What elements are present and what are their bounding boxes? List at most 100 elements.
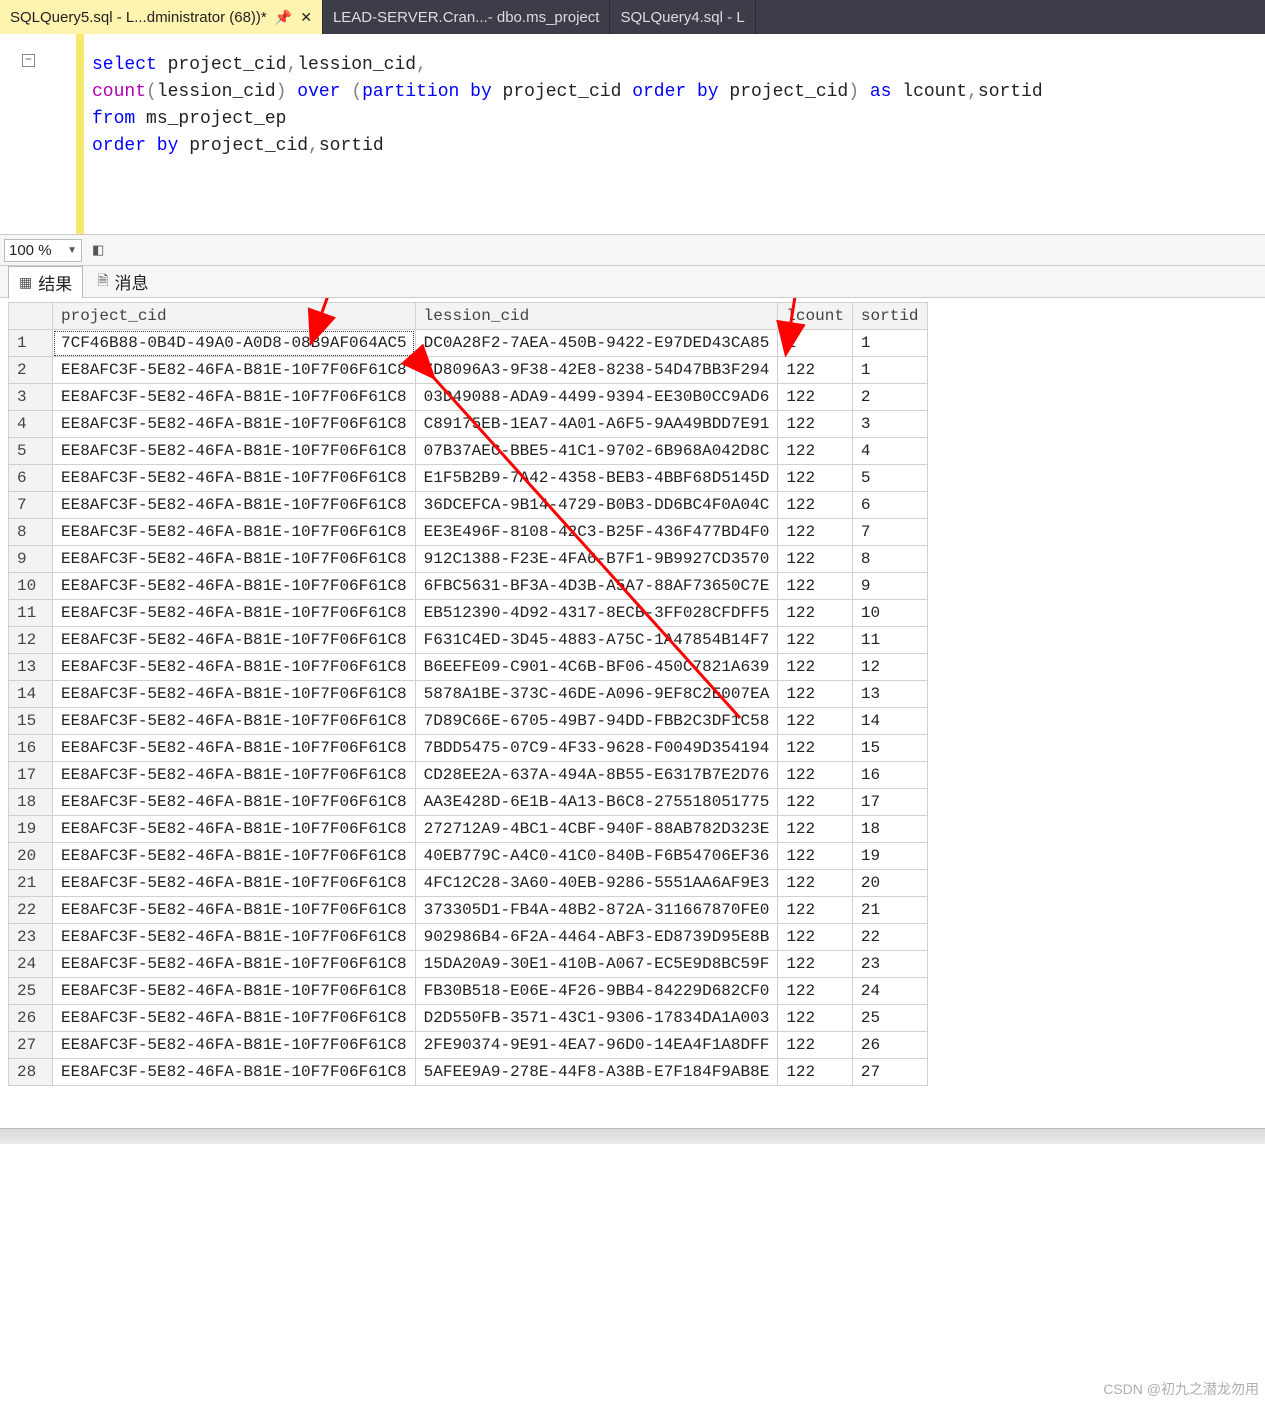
cell-lcount[interactable]: 122 bbox=[778, 492, 853, 519]
zoom-dropdown[interactable]: 100 % ▼ bbox=[4, 239, 82, 262]
tab-results[interactable]: ▦ 结果 bbox=[8, 266, 83, 299]
cell-project_cid[interactable]: EE8AFC3F-5E82-46FA-B81E-10F7F06F61C8 bbox=[53, 1005, 416, 1032]
row-number[interactable]: 27 bbox=[9, 1032, 53, 1059]
cell-lcount[interactable]: 122 bbox=[778, 924, 853, 951]
cell-project_cid[interactable]: EE8AFC3F-5E82-46FA-B81E-10F7F06F61C8 bbox=[53, 978, 416, 1005]
table-row[interactable]: 17EE8AFC3F-5E82-46FA-B81E-10F7F06F61C8CD… bbox=[9, 762, 928, 789]
table-row[interactable]: 13EE8AFC3F-5E82-46FA-B81E-10F7F06F61C8B6… bbox=[9, 654, 928, 681]
table-row[interactable]: 21EE8AFC3F-5E82-46FA-B81E-10F7F06F61C84F… bbox=[9, 870, 928, 897]
cell-sortid[interactable]: 6 bbox=[852, 492, 927, 519]
cell-sortid[interactable]: 9 bbox=[852, 573, 927, 600]
cell-lession_cid[interactable]: 2FE90374-9E91-4EA7-96D0-14EA4F1A8DFF bbox=[415, 1032, 778, 1059]
cell-sortid[interactable]: 18 bbox=[852, 816, 927, 843]
table-row[interactable]: 20EE8AFC3F-5E82-46FA-B81E-10F7F06F61C840… bbox=[9, 843, 928, 870]
row-number[interactable]: 26 bbox=[9, 1005, 53, 1032]
cell-lcount[interactable]: 122 bbox=[778, 708, 853, 735]
cell-project_cid[interactable]: EE8AFC3F-5E82-46FA-B81E-10F7F06F61C8 bbox=[53, 843, 416, 870]
cell-lession_cid[interactable]: 4FC12C28-3A60-40EB-9286-5551AA6AF9E3 bbox=[415, 870, 778, 897]
table-row[interactable]: 28EE8AFC3F-5E82-46FA-B81E-10F7F06F61C85A… bbox=[9, 1059, 928, 1086]
cell-lcount[interactable]: 122 bbox=[778, 681, 853, 708]
row-number[interactable]: 22 bbox=[9, 897, 53, 924]
table-row[interactable]: 9EE8AFC3F-5E82-46FA-B81E-10F7F06F61C8912… bbox=[9, 546, 928, 573]
cell-sortid[interactable]: 4 bbox=[852, 438, 927, 465]
cell-lession_cid[interactable]: FB30B518-E06E-4F26-9BB4-84229D682CF0 bbox=[415, 978, 778, 1005]
cell-lcount[interactable]: 1 bbox=[778, 330, 853, 357]
cell-sortid[interactable]: 21 bbox=[852, 897, 927, 924]
row-number[interactable]: 19 bbox=[9, 816, 53, 843]
cell-lession_cid[interactable]: D2D550FB-3571-43C1-9306-17834DA1A003 bbox=[415, 1005, 778, 1032]
cell-sortid[interactable]: 25 bbox=[852, 1005, 927, 1032]
cell-lession_cid[interactable]: 5878A1BE-373C-46DE-A096-9EF8C2E007EA bbox=[415, 681, 778, 708]
split-icon[interactable]: ◧ bbox=[92, 242, 104, 258]
cell-sortid[interactable]: 27 bbox=[852, 1059, 927, 1086]
table-row[interactable]: 24EE8AFC3F-5E82-46FA-B81E-10F7F06F61C815… bbox=[9, 951, 928, 978]
cell-sortid[interactable]: 12 bbox=[852, 654, 927, 681]
cell-lession_cid[interactable]: B6EEFE09-C901-4C6B-BF06-450C7821A639 bbox=[415, 654, 778, 681]
cell-lcount[interactable]: 122 bbox=[778, 870, 853, 897]
cell-lession_cid[interactable]: 6FBC5631-BF3A-4D3B-A5A7-88AF73650C7E bbox=[415, 573, 778, 600]
row-number[interactable]: 8 bbox=[9, 519, 53, 546]
cell-lcount[interactable]: 122 bbox=[778, 600, 853, 627]
table-row[interactable]: 17CF46B88-0B4D-49A0-A0D8-08B9AF064AC5DC0… bbox=[9, 330, 928, 357]
cell-lcount[interactable]: 122 bbox=[778, 654, 853, 681]
table-row[interactable]: 12EE8AFC3F-5E82-46FA-B81E-10F7F06F61C8F6… bbox=[9, 627, 928, 654]
tab-messages[interactable]: 🗎 消息 bbox=[87, 266, 158, 297]
table-row[interactable]: 5EE8AFC3F-5E82-46FA-B81E-10F7F06F61C807B… bbox=[9, 438, 928, 465]
cell-sortid[interactable]: 20 bbox=[852, 870, 927, 897]
table-row[interactable]: 19EE8AFC3F-5E82-46FA-B81E-10F7F06F61C827… bbox=[9, 816, 928, 843]
table-row[interactable]: 7EE8AFC3F-5E82-46FA-B81E-10F7F06F61C836D… bbox=[9, 492, 928, 519]
row-number[interactable]: 4 bbox=[9, 411, 53, 438]
cell-lcount[interactable]: 122 bbox=[778, 546, 853, 573]
cell-project_cid[interactable]: EE8AFC3F-5E82-46FA-B81E-10F7F06F61C8 bbox=[53, 708, 416, 735]
cell-sortid[interactable]: 23 bbox=[852, 951, 927, 978]
cell-sortid[interactable]: 22 bbox=[852, 924, 927, 951]
cell-project_cid[interactable]: EE8AFC3F-5E82-46FA-B81E-10F7F06F61C8 bbox=[53, 897, 416, 924]
cell-lession_cid[interactable]: 373305D1-FB4A-48B2-872A-311667870FE0 bbox=[415, 897, 778, 924]
cell-lcount[interactable]: 122 bbox=[778, 978, 853, 1005]
cell-sortid[interactable]: 1 bbox=[852, 357, 927, 384]
table-row[interactable]: 11EE8AFC3F-5E82-46FA-B81E-10F7F06F61C8EB… bbox=[9, 600, 928, 627]
table-row[interactable]: 14EE8AFC3F-5E82-46FA-B81E-10F7F06F61C858… bbox=[9, 681, 928, 708]
cell-sortid[interactable]: 26 bbox=[852, 1032, 927, 1059]
sql-editor[interactable]: − select project_cid,lession_cid, count(… bbox=[0, 34, 1265, 234]
cell-project_cid[interactable]: EE8AFC3F-5E82-46FA-B81E-10F7F06F61C8 bbox=[53, 816, 416, 843]
row-number[interactable]: 9 bbox=[9, 546, 53, 573]
cell-project_cid[interactable]: EE8AFC3F-5E82-46FA-B81E-10F7F06F61C8 bbox=[53, 1059, 416, 1086]
cell-sortid[interactable]: 13 bbox=[852, 681, 927, 708]
table-row[interactable]: 15EE8AFC3F-5E82-46FA-B81E-10F7F06F61C87D… bbox=[9, 708, 928, 735]
cell-lession_cid[interactable]: 7D89C66E-6705-49B7-94DD-FBB2C3DF1C58 bbox=[415, 708, 778, 735]
cell-lcount[interactable]: 122 bbox=[778, 519, 853, 546]
cell-lcount[interactable]: 122 bbox=[778, 1005, 853, 1032]
row-number[interactable]: 28 bbox=[9, 1059, 53, 1086]
row-number[interactable]: 13 bbox=[9, 654, 53, 681]
cell-lession_cid[interactable]: AA3E428D-6E1B-4A13-B6C8-275518051775 bbox=[415, 789, 778, 816]
row-number[interactable]: 20 bbox=[9, 843, 53, 870]
table-row[interactable]: 4EE8AFC3F-5E82-46FA-B81E-10F7F06F61C8C89… bbox=[9, 411, 928, 438]
table-row[interactable]: 18EE8AFC3F-5E82-46FA-B81E-10F7F06F61C8AA… bbox=[9, 789, 928, 816]
table-row[interactable]: 27EE8AFC3F-5E82-46FA-B81E-10F7F06F61C82F… bbox=[9, 1032, 928, 1059]
row-number[interactable]: 10 bbox=[9, 573, 53, 600]
cell-sortid[interactable]: 1 bbox=[852, 330, 927, 357]
col-sortid[interactable]: sortid bbox=[852, 303, 927, 330]
cell-project_cid[interactable]: EE8AFC3F-5E82-46FA-B81E-10F7F06F61C8 bbox=[53, 735, 416, 762]
cell-sortid[interactable]: 3 bbox=[852, 411, 927, 438]
cell-project_cid[interactable]: EE8AFC3F-5E82-46FA-B81E-10F7F06F61C8 bbox=[53, 924, 416, 951]
table-row[interactable]: 2EE8AFC3F-5E82-46FA-B81E-10F7F06F61C87D8… bbox=[9, 357, 928, 384]
cell-project_cid[interactable]: EE8AFC3F-5E82-46FA-B81E-10F7F06F61C8 bbox=[53, 1032, 416, 1059]
row-number[interactable]: 15 bbox=[9, 708, 53, 735]
cell-lession_cid[interactable]: EE3E496F-8108-42C3-B25F-436F477BD4F0 bbox=[415, 519, 778, 546]
cell-project_cid[interactable]: EE8AFC3F-5E82-46FA-B81E-10F7F06F61C8 bbox=[53, 438, 416, 465]
table-row[interactable]: 25EE8AFC3F-5E82-46FA-B81E-10F7F06F61C8FB… bbox=[9, 978, 928, 1005]
cell-lcount[interactable]: 122 bbox=[778, 735, 853, 762]
row-number[interactable]: 5 bbox=[9, 438, 53, 465]
cell-lcount[interactable]: 122 bbox=[778, 1059, 853, 1086]
table-row[interactable]: 3EE8AFC3F-5E82-46FA-B81E-10F7F06F61C803D… bbox=[9, 384, 928, 411]
table-row[interactable]: 16EE8AFC3F-5E82-46FA-B81E-10F7F06F61C87B… bbox=[9, 735, 928, 762]
cell-sortid[interactable]: 11 bbox=[852, 627, 927, 654]
cell-project_cid[interactable]: EE8AFC3F-5E82-46FA-B81E-10F7F06F61C8 bbox=[53, 519, 416, 546]
cell-lession_cid[interactable]: 7BDD5475-07C9-4F33-9628-F0049D354194 bbox=[415, 735, 778, 762]
cell-sortid[interactable]: 19 bbox=[852, 843, 927, 870]
cell-project_cid[interactable]: EE8AFC3F-5E82-46FA-B81E-10F7F06F61C8 bbox=[53, 411, 416, 438]
cell-lcount[interactable]: 122 bbox=[778, 897, 853, 924]
row-number[interactable]: 24 bbox=[9, 951, 53, 978]
